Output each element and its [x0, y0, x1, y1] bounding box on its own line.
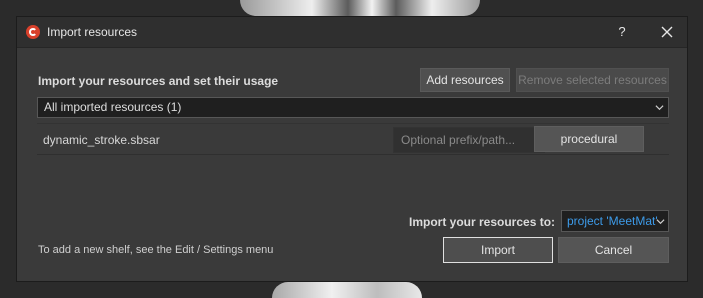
import-to-label: Import your resources to:: [409, 215, 556, 229]
project-select[interactable]: project 'MeetMat': [561, 210, 669, 232]
shelf-hint-text: To add a new shelf, see the Edit / Setti…: [38, 244, 274, 256]
viewport-background-bottom: [272, 282, 422, 298]
import-resources-dialog: Import resources ? Import your resources…: [16, 16, 688, 282]
resource-filter-dropdown[interactable]: All imported resources (1): [37, 97, 669, 118]
close-button[interactable]: [657, 22, 677, 42]
close-icon: [661, 26, 673, 38]
title-bar: Import resources ?: [17, 17, 687, 48]
substance-logo-icon: [26, 25, 40, 39]
section-heading: Import your resources and set their usag…: [38, 74, 279, 88]
remove-selected-resources-button[interactable]: Remove selected resources: [516, 68, 669, 92]
prefix-path-input[interactable]: [393, 127, 545, 153]
viewport-background-top: [240, 0, 480, 16]
resource-filter-value: All imported resources (1): [44, 100, 182, 114]
usage-button[interactable]: procedural: [534, 126, 644, 152]
add-resources-button[interactable]: Add resources: [420, 68, 510, 92]
cancel-button[interactable]: Cancel: [558, 237, 669, 263]
dialog-title: Import resources: [47, 25, 138, 39]
chevron-down-icon: [655, 105, 664, 111]
help-button[interactable]: ?: [613, 23, 631, 41]
project-select-value: project 'MeetMat': [567, 214, 658, 228]
import-button[interactable]: Import: [443, 237, 553, 263]
chevron-down-icon: [656, 219, 665, 225]
resource-file-name: dynamic_stroke.sbsar: [43, 133, 160, 147]
